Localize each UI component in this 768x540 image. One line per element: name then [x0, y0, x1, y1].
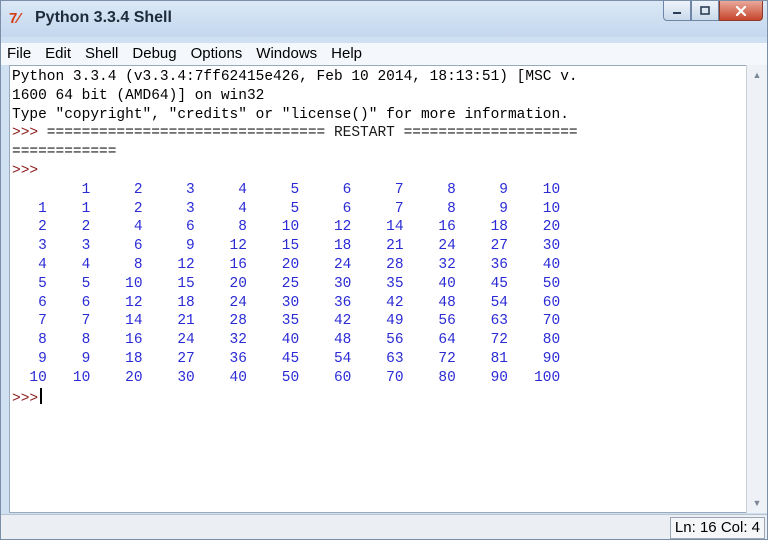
banner-line: 1600 64 bit (AMD64)] on win32 — [12, 87, 265, 104]
close-button[interactable] — [719, 1, 763, 21]
cursor-position: Ln: 16 Col: 4 — [669, 517, 765, 539]
output-row: 1 2 3 4 5 6 7 8 9 10 — [12, 181, 561, 198]
column-indicator: Col: 4 — [720, 519, 760, 536]
output-row: 10 10 20 30 40 50 60 70 80 90 100 — [12, 369, 561, 386]
close-icon — [735, 5, 747, 16]
menu-file[interactable]: File — [1, 43, 38, 65]
maximize-icon — [700, 6, 710, 15]
prompt: >>> — [12, 162, 39, 179]
menu-options[interactable]: Options — [184, 43, 250, 65]
menu-help[interactable]: Help — [324, 43, 369, 65]
idle-shell-window: 7⁄ Python 3.3.4 Shell File Edit Shell De… — [0, 0, 768, 540]
shell-text-area[interactable]: Python 3.3.4 (v3.3.4:7ff62415e426, Feb 1… — [9, 65, 747, 513]
output-row: 6 6 12 18 24 30 36 42 48 54 60 — [12, 294, 561, 311]
title-bar[interactable]: 7⁄ Python 3.3.4 Shell — [1, 1, 767, 37]
output-row: 8 8 16 24 32 40 48 56 64 72 80 — [12, 332, 561, 349]
menu-windows[interactable]: Windows — [249, 43, 324, 65]
shell-content: Python 3.3.4 (v3.3.4:7ff62415e426, Feb 1… — [12, 68, 578, 408]
restart-text: ================================ RESTART… — [38, 125, 578, 142]
banner-line: Type "copyright", "credits" or "license(… — [12, 106, 569, 123]
output-row: 7 7 14 21 28 35 42 49 56 63 70 — [12, 313, 561, 330]
output-row: 2 2 4 6 8 10 12 14 16 18 20 — [12, 219, 561, 236]
window-title: Python 3.3.4 Shell — [35, 9, 172, 26]
menu-shell[interactable]: Shell — [78, 43, 125, 65]
vertical-scrollbar[interactable]: ▲ ▼ — [746, 65, 767, 513]
output-row: 9 9 18 27 36 45 54 63 72 81 90 — [12, 350, 561, 367]
scroll-down-icon[interactable]: ▼ — [751, 497, 763, 509]
maximize-button[interactable] — [691, 1, 719, 21]
banner-line: Python 3.3.4 (v3.3.4:7ff62415e426, Feb 1… — [12, 69, 578, 85]
menu-bar: File Edit Shell Debug Options Windows He… — [1, 43, 767, 65]
minimize-icon — [673, 11, 681, 14]
python-idle-icon: 7⁄ — [9, 10, 20, 27]
menu-edit[interactable]: Edit — [38, 43, 78, 65]
output-row: 5 5 10 15 20 25 30 35 40 45 50 — [12, 275, 561, 292]
window-controls — [663, 1, 763, 23]
status-bar: Ln: 16 Col: 4 — [1, 514, 767, 539]
scroll-up-icon[interactable]: ▲ — [751, 69, 763, 81]
prompt: >>> — [12, 390, 39, 407]
output-row: 1 1 2 3 4 5 6 7 8 9 10 — [12, 200, 561, 217]
current-input-line[interactable]: >>> — [12, 387, 578, 409]
text-cursor — [40, 387, 43, 404]
prompt: >>> — [12, 125, 39, 142]
minimize-button[interactable] — [663, 1, 691, 21]
restart-line-continued: ============ — [12, 144, 117, 161]
output-row: 4 4 8 12 16 20 24 28 32 36 40 — [12, 256, 561, 273]
line-indicator: Ln: 16 — [674, 519, 717, 536]
menu-debug[interactable]: Debug — [125, 43, 183, 65]
output-row: 3 3 6 9 12 15 18 21 24 27 30 — [12, 238, 561, 255]
restart-line: >>> ================================ RES… — [12, 124, 578, 143]
